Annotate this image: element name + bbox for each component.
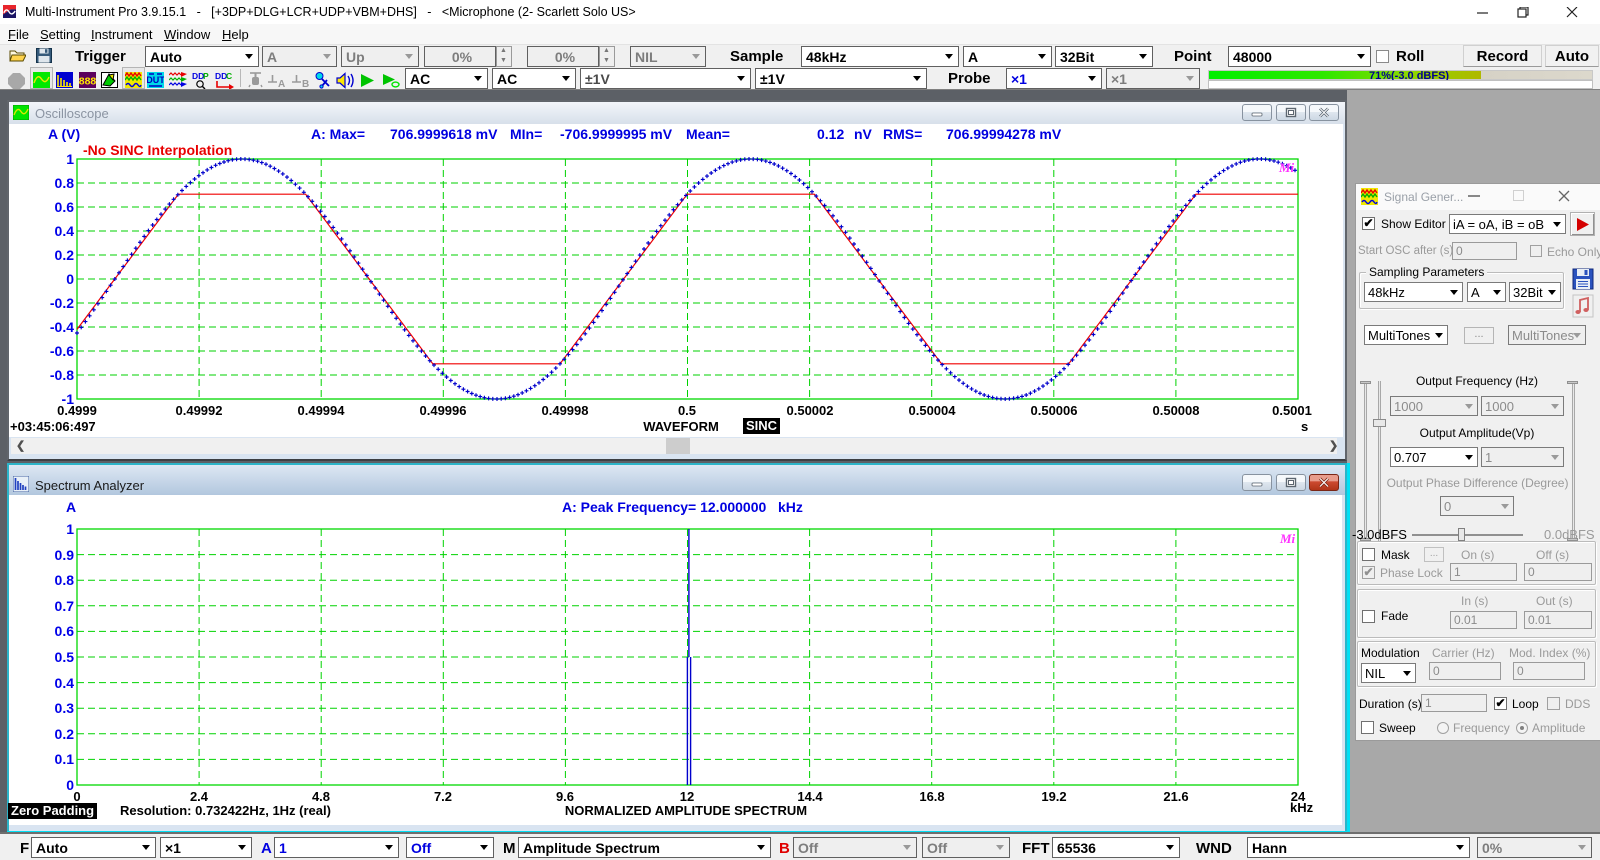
- svg-text:Mi: Mi: [1279, 531, 1296, 546]
